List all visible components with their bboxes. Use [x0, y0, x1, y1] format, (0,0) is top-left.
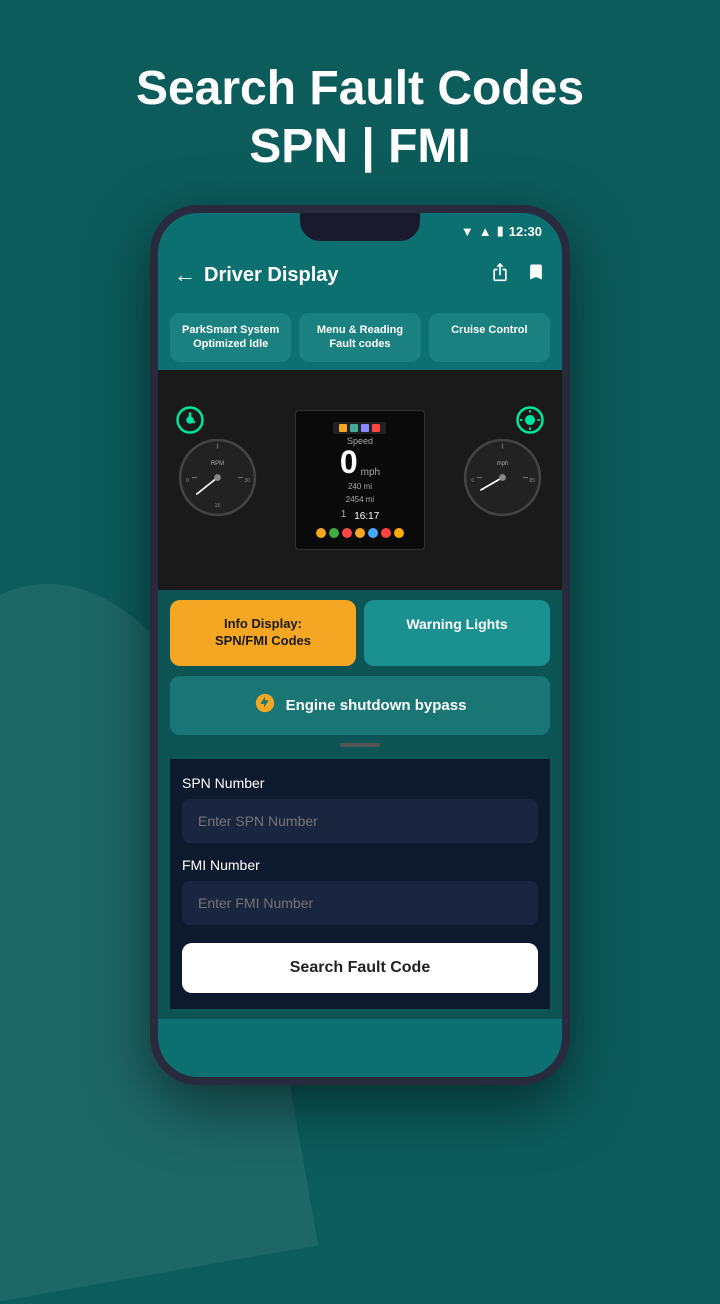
phone-notch — [300, 213, 420, 241]
warning-dot-5 — [368, 528, 378, 538]
header-section: Search Fault Codes SPN | FMI — [136, 60, 584, 175]
warning-dot-4 — [355, 528, 365, 538]
speed-unit: mph — [361, 467, 380, 478]
warning-dot-7 — [394, 528, 404, 538]
tab-parksmart[interactable]: ParkSmart System Optimized Idle — [170, 313, 291, 362]
bookmark-button[interactable] — [526, 262, 546, 288]
svg-text:15: 15 — [215, 503, 221, 509]
engine-shutdown-icon — [254, 692, 276, 719]
back-button[interactable]: ← — [174, 262, 196, 288]
battery-icon: ▮ — [497, 223, 504, 239]
warning-lights-button[interactable]: Warning Lights — [364, 600, 550, 666]
spn-label: SPN Number — [182, 775, 538, 791]
tab-cruise[interactable]: Cruise Control — [429, 313, 550, 362]
current-gear: 1 — [341, 509, 347, 520]
spn-input[interactable] — [182, 799, 538, 843]
right-indicator-icon — [515, 405, 545, 441]
search-fault-code-button[interactable]: Search Fault Code — [182, 943, 538, 993]
svg-text:0: 0 — [187, 478, 190, 484]
left-indicator-icon — [175, 405, 205, 441]
dashboard-area: RPM 0 30 15 — [158, 370, 562, 590]
app-bar-title: Driver Display — [204, 264, 339, 287]
warning-dot-1 — [316, 528, 326, 538]
dashboard-bg: RPM 0 30 15 — [158, 370, 562, 590]
bottom-section: Info Display: SPN/FMI Codes Warning Ligh… — [158, 590, 562, 1019]
signal-icon: ▲ — [479, 224, 492, 239]
svg-text:30: 30 — [245, 478, 251, 484]
app-bar: ← Driver Display — [158, 249, 562, 301]
info-display-button[interactable]: Info Display: SPN/FMI Codes — [170, 600, 356, 666]
status-time: 12:30 — [509, 224, 542, 239]
svg-text:0: 0 — [471, 478, 474, 484]
status-icons: ▼ ▲ ▮ 12:30 — [461, 223, 542, 239]
warning-dot-6 — [381, 528, 391, 538]
drawer-handle — [340, 743, 380, 747]
app-bar-actions — [490, 262, 546, 288]
center-display: Speed 0 mph 240 mi 2454 mi 1 16:17 — [295, 410, 425, 550]
share-button[interactable] — [490, 262, 510, 288]
engine-shutdown-text: Engine shutdown bypass — [286, 697, 467, 714]
svg-text:85: 85 — [529, 478, 535, 484]
right-gauge-container: mph 0 85 — [460, 435, 545, 525]
svg-text:RPM: RPM — [211, 461, 224, 467]
tab-menu-faults[interactable]: Menu & Reading Fault codes — [299, 313, 420, 362]
odometer2: 2454 mi — [346, 495, 374, 504]
app-bar-left: ← Driver Display — [174, 262, 339, 288]
tabs-row: ParkSmart System Optimized Idle Menu & R… — [158, 301, 562, 370]
action-buttons: Info Display: SPN/FMI Codes Warning Ligh… — [170, 600, 550, 666]
speed-value: 0 — [340, 446, 358, 478]
fmi-input[interactable] — [182, 881, 538, 925]
fmi-label: FMI Number — [182, 857, 538, 873]
form-section: SPN Number FMI Number Search Fault Code — [170, 759, 550, 1009]
dashboard-time: 16:17 — [354, 511, 379, 522]
phone-content: ParkSmart System Optimized Idle Menu & R… — [158, 301, 562, 1077]
svg-text:mph: mph — [496, 461, 508, 467]
left-gauge: RPM 0 30 15 — [175, 435, 260, 520]
wifi-icon: ▼ — [461, 224, 474, 239]
right-gauge: mph 0 85 — [460, 435, 545, 520]
warning-dot-2 — [329, 528, 339, 538]
warning-dot-3 — [342, 528, 352, 538]
left-gauge-container: RPM 0 30 15 — [175, 435, 260, 525]
main-title: Search Fault Codes SPN | FMI — [136, 60, 584, 175]
engine-shutdown-button[interactable]: Engine shutdown bypass — [170, 676, 550, 735]
phone-frame: ▼ ▲ ▮ 12:30 ← Driver Display — [150, 205, 570, 1085]
warning-icons-row — [316, 528, 404, 538]
odometer1: 240 mi — [348, 482, 372, 491]
